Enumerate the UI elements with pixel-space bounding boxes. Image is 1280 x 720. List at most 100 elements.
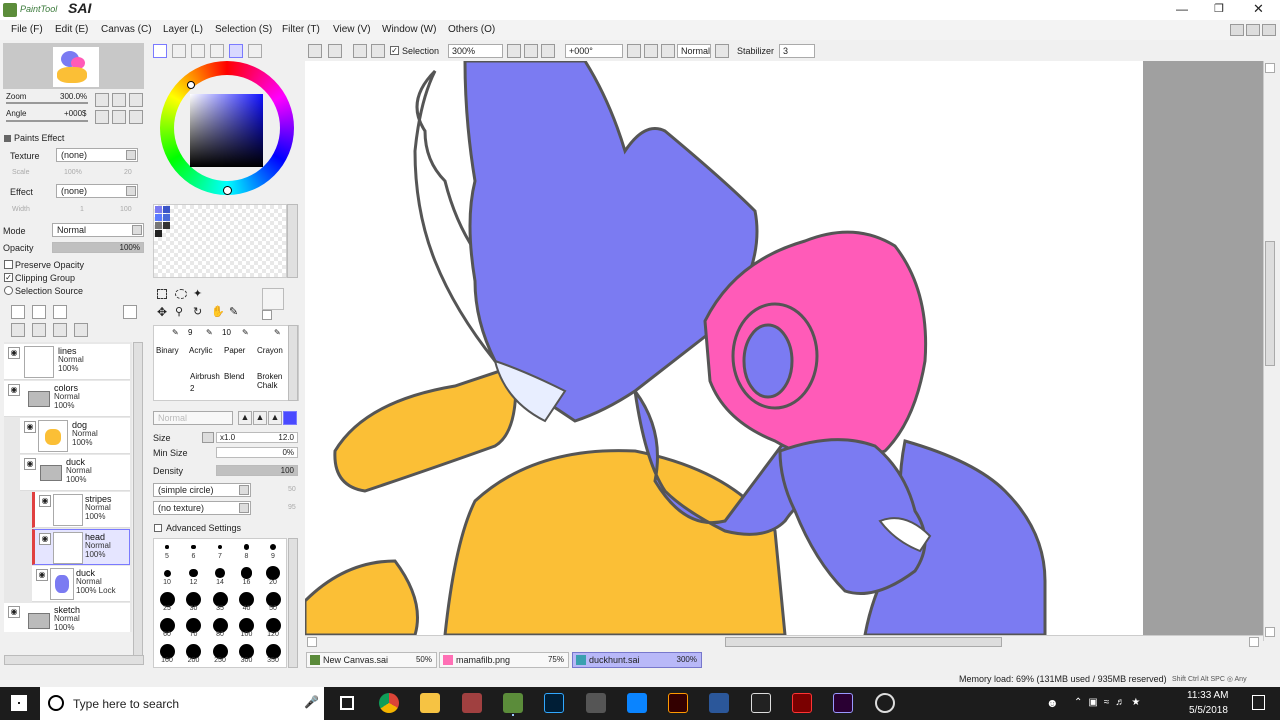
brush-size-dot[interactable] <box>163 569 171 577</box>
rotate-left-button[interactable] <box>627 44 641 58</box>
eye-icon[interactable]: ◉ <box>36 569 48 581</box>
tab-new-canvas[interactable]: New Canvas.sai 50% <box>306 652 437 668</box>
opacity-slider[interactable]: 100% <box>52 242 144 253</box>
secondary-color-swatch[interactable] <box>262 310 272 320</box>
brush-size-dot[interactable] <box>266 566 280 580</box>
paint-tool-sai-icon[interactable] <box>503 693 523 713</box>
app-icon[interactable] <box>875 693 895 713</box>
menu-edit[interactable]: Edit (E) <box>55 24 88 35</box>
zoom-icon[interactable]: ⚲ <box>175 305 183 318</box>
angle-slider[interactable] <box>6 120 88 122</box>
brush-texture-select[interactable]: (no texture) <box>153 501 251 515</box>
canvas-area[interactable] <box>305 61 1263 635</box>
brush-size-dot[interactable] <box>243 544 250 550</box>
scroll-thumb[interactable] <box>725 637 1002 647</box>
deselect-button[interactable] <box>353 44 367 58</box>
brush-shape-button[interactable] <box>283 411 297 425</box>
menu-file[interactable]: File (F) <box>11 24 43 35</box>
layout-icon[interactable] <box>1262 24 1276 36</box>
current-color-swatch[interactable] <box>262 288 284 310</box>
menu-view[interactable]: View (V) <box>333 24 371 35</box>
layer-item[interactable]: ◉ duck Normal 100% Lock <box>32 566 130 602</box>
brush-binary[interactable]: Binary <box>156 346 179 355</box>
blend-mode-select[interactable]: Normal <box>677 44 711 58</box>
minimize-icon[interactable]: — <box>1176 2 1188 16</box>
zoom-select[interactable]: 300% <box>448 44 503 58</box>
density-slider[interactable]: 100 <box>216 465 298 476</box>
brush-scrollbar[interactable] <box>288 325 298 401</box>
layout-icon[interactable] <box>1246 24 1260 36</box>
brush-size-dot[interactable] <box>165 545 169 549</box>
angle-select[interactable]: +000° <box>565 44 623 58</box>
layer-hscrollbar[interactable] <box>4 655 144 665</box>
scroll-up-icon[interactable] <box>1265 63 1275 73</box>
brush-shape-button[interactable]: ▲ <box>238 411 252 425</box>
zoom-out-button[interactable] <box>507 44 521 58</box>
new-layer-button[interactable] <box>11 305 25 319</box>
hand-icon[interactable]: ✋ <box>211 305 225 318</box>
layer-scrollbar[interactable] <box>133 342 143 662</box>
brush-airbrush[interactable]: Airbrush <box>190 372 220 381</box>
scroll-thumb[interactable] <box>1265 241 1275 366</box>
tab-mamafilb[interactable]: mamafilb.png 75% <box>439 652 569 668</box>
brush-blend[interactable]: Blend <box>224 372 244 381</box>
close-icon[interactable]: ✕ <box>1253 1 1264 17</box>
invert-selection-button[interactable] <box>371 44 385 58</box>
move-icon[interactable]: ✥ <box>157 305 167 319</box>
file-explorer-icon[interactable] <box>420 693 440 713</box>
microphone-icon[interactable]: 🎤 <box>304 695 319 709</box>
swatch[interactable] <box>163 222 170 229</box>
brush-crayon[interactable]: Crayon <box>257 346 283 355</box>
layout-icon[interactable] <box>1230 24 1244 36</box>
stabilizer-select[interactable]: 3 <box>779 44 815 58</box>
photoshop-icon[interactable] <box>544 693 564 713</box>
eyedropper-icon[interactable]: ✎ <box>229 305 238 318</box>
preserve-opacity-checkbox[interactable] <box>4 260 13 269</box>
system-tray-icons[interactable]: ⌃▣≈♬★ <box>1074 697 1146 708</box>
clipping-group-checkbox[interactable]: ✓ <box>4 273 13 282</box>
brush-size-dot[interactable] <box>191 544 196 550</box>
nav-zoom-reset-button[interactable] <box>129 93 143 107</box>
advanced-settings-toggle[interactable]: Advanced Settings <box>153 522 283 534</box>
app-icon[interactable] <box>751 693 771 713</box>
clock-time[interactable]: 11:33 AM <box>1187 690 1229 701</box>
layer-item[interactable]: ◉ stripes Normal 100% <box>32 492 130 528</box>
zoom-in-button[interactable] <box>524 44 538 58</box>
swatch-scrollbar[interactable] <box>287 204 298 278</box>
effect-select[interactable]: (none) <box>56 184 138 198</box>
new-linework-button[interactable] <box>32 305 46 319</box>
brush-size-scrollbar[interactable] <box>288 538 298 668</box>
brush-paper[interactable]: Paper <box>224 346 245 355</box>
vertical-scrollbar[interactable] <box>1263 61 1276 641</box>
layer-mode-select[interactable]: Normal <box>52 223 144 237</box>
swatch[interactable] <box>163 206 170 213</box>
swatch-grid[interactable] <box>153 204 287 278</box>
clock-date[interactable]: 5/5/2018 <box>1189 705 1228 716</box>
layer-mask-button[interactable] <box>123 305 137 319</box>
brush-size-dot[interactable] <box>217 544 223 550</box>
size-multiplier[interactable] <box>202 432 214 443</box>
zoom-slider[interactable] <box>6 102 88 104</box>
eye-icon[interactable]: ◉ <box>24 421 36 433</box>
brush-size-dot[interactable] <box>240 567 253 579</box>
menu-others[interactable]: Others (O) <box>448 24 495 35</box>
layer-item[interactable]: ◉ dog Normal 100% <box>20 418 130 454</box>
redo-button[interactable] <box>328 44 342 58</box>
lasso-icon[interactable] <box>175 289 187 299</box>
rgb-slider-tab[interactable] <box>172 44 186 58</box>
word-icon[interactable] <box>709 693 729 713</box>
rotate-right-button[interactable] <box>644 44 658 58</box>
pencil-tool[interactable]: ✎ <box>206 328 213 337</box>
illustrator-icon[interactable] <box>668 693 688 713</box>
sv-picker[interactable] <box>223 186 232 195</box>
hsv-slider-tab[interactable] <box>191 44 205 58</box>
chrome-icon[interactable] <box>379 693 399 713</box>
swatch[interactable] <box>163 214 170 221</box>
canvas-drawing[interactable] <box>305 61 1263 635</box>
brush-shape-select[interactable]: (simple circle) <box>153 483 251 497</box>
copy-layer-button[interactable] <box>11 323 25 337</box>
menu-selection[interactable]: Selection (S) <box>215 24 272 35</box>
magic-wand-icon[interactable]: ✦ <box>193 287 202 300</box>
app-icon[interactable] <box>586 693 606 713</box>
rect-select-icon[interactable] <box>157 289 167 299</box>
